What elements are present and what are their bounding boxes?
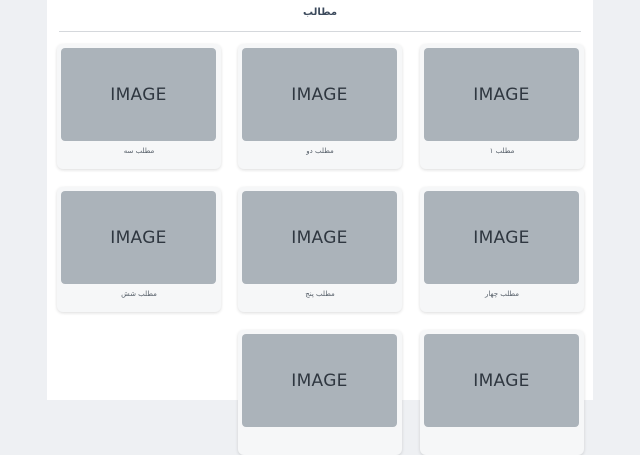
post-card[interactable]: IMAGE مطلب ۱ — [420, 44, 584, 169]
post-title[interactable]: مطلب چهار — [420, 290, 584, 298]
post-title[interactable]: مطلب دو — [238, 147, 402, 155]
post-image-placeholder[interactable]: IMAGE — [242, 191, 397, 284]
post-image-placeholder[interactable]: IMAGE — [424, 191, 579, 284]
post-image-placeholder[interactable]: IMAGE — [242, 48, 397, 141]
post-image-placeholder[interactable]: IMAGE — [242, 334, 397, 427]
post-card[interactable]: IMAGE — [420, 330, 584, 455]
post-image-placeholder[interactable]: IMAGE — [61, 48, 216, 141]
content-panel: مطالب IMAGE مطلب ۱ IMAGE مطلب دو IMAGE م… — [47, 0, 593, 455]
post-title[interactable]: مطلب پنج — [238, 290, 402, 298]
post-image-placeholder[interactable]: IMAGE — [424, 334, 579, 427]
post-image-placeholder[interactable]: IMAGE — [424, 48, 579, 141]
page-header: مطالب — [59, 0, 581, 32]
post-card[interactable]: IMAGE مطلب شش — [57, 187, 221, 312]
post-title[interactable]: مطلب شش — [57, 290, 221, 298]
post-title[interactable]: مطلب سه — [57, 147, 221, 155]
post-card[interactable]: IMAGE مطلب پنج — [238, 187, 402, 312]
post-card[interactable]: IMAGE — [238, 330, 402, 455]
post-image-placeholder[interactable]: IMAGE — [61, 191, 216, 284]
post-card[interactable]: IMAGE مطلب چهار — [420, 187, 584, 312]
post-title[interactable]: مطلب ۱ — [420, 147, 584, 155]
page-title: مطالب — [302, 7, 338, 18]
post-card[interactable]: IMAGE مطلب دو — [238, 44, 402, 169]
post-card[interactable]: IMAGE مطلب سه — [57, 44, 221, 169]
